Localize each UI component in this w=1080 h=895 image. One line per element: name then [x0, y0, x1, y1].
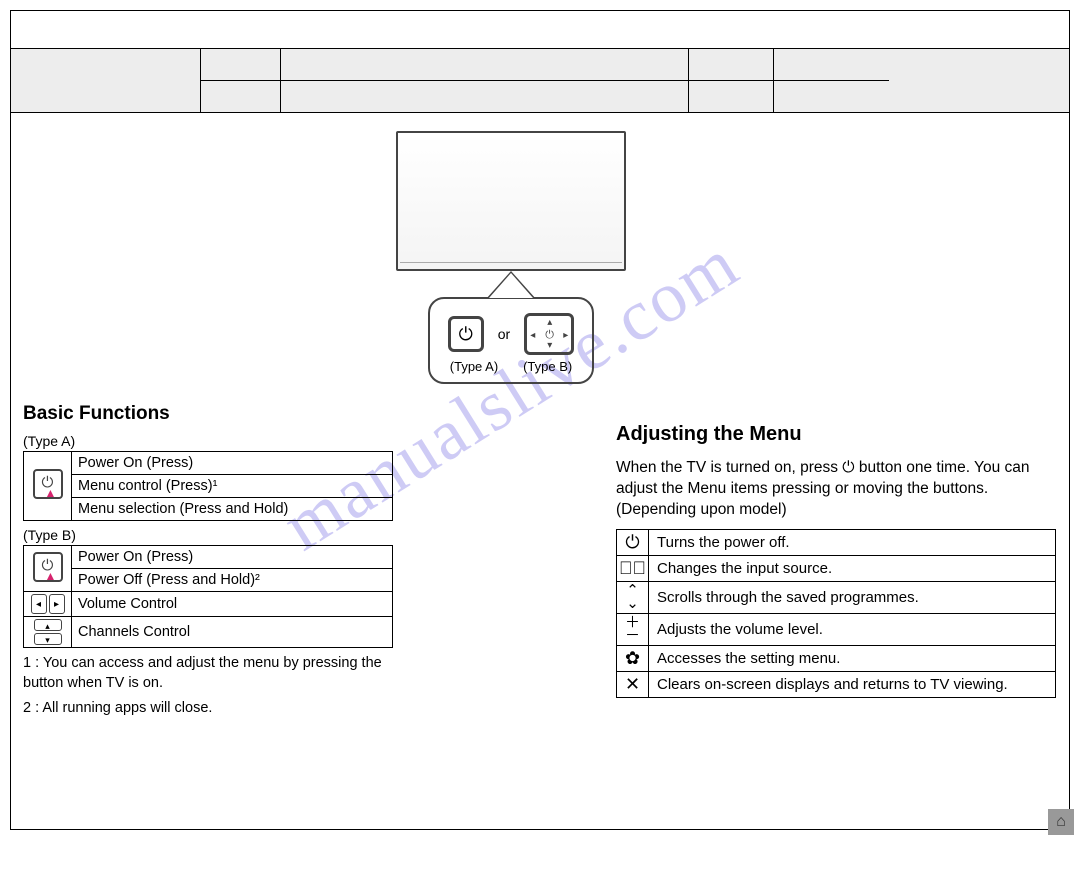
plus-minus-icon: ＋－: [617, 613, 649, 645]
table-row: Channels Control: [72, 617, 393, 648]
power-button-icon: ▲: [24, 546, 72, 592]
volume-arrows-icon: ◂▸: [24, 592, 72, 617]
header-cell: [201, 49, 281, 80]
up-down-icon: ⌃⌄: [617, 581, 649, 613]
menu-functions-table: ⏻ Turns the power off. ☰⃕ Changes the in…: [616, 529, 1056, 698]
adjusting-menu-heading: Adjusting the Menu: [616, 423, 1056, 446]
table-row: Menu control (Press)¹: [72, 475, 393, 498]
header-cell: [889, 49, 1069, 112]
table-row: Turns the power off.: [649, 529, 1056, 555]
header-cell: [281, 81, 689, 112]
header-blank: [11, 11, 1069, 49]
table-row: Changes the input source.: [649, 555, 1056, 581]
type-b-label: (Type B): [523, 359, 572, 374]
table-row: Scrolls through the saved programmes.: [649, 581, 1056, 613]
header-cell: [774, 49, 889, 80]
tv-screen-icon: [396, 131, 626, 271]
header-cell: [774, 81, 889, 112]
table-row: Menu selection (Press and Hold): [72, 498, 393, 521]
power-button-icon: ▲: [24, 452, 72, 521]
channel-arrows-icon: ▴▾: [24, 617, 72, 648]
power-icon: ⏻: [617, 529, 649, 555]
or-label: or: [498, 326, 510, 342]
table-row: Accesses the setting menu.: [649, 645, 1056, 671]
type-b-heading: (Type B): [23, 527, 393, 543]
basic-functions-section: Basic Functions (Type A) ▲ Power On (Pre…: [23, 403, 393, 719]
footnote-2: 2 : All running apps will close.: [23, 699, 393, 719]
header-cell: [11, 49, 201, 112]
table-row: Power Off (Press and Hold)²: [72, 569, 393, 592]
gear-icon: ✿: [617, 645, 649, 671]
table-row: Volume Control: [72, 592, 393, 617]
dpad-type-b-icon: ▴▾◂▸⏻: [524, 313, 574, 355]
content-area: manualslive.com ⏻ or ▴▾◂▸⏻ (Type A) (Typ…: [11, 113, 1069, 828]
footnote-1: 1 : You can access and adjust the menu b…: [23, 654, 393, 693]
close-icon: ✕: [617, 671, 649, 697]
table-row: Power On (Press): [72, 546, 393, 569]
page-frame: manualslive.com ⏻ or ▴▾◂▸⏻ (Type A) (Typ…: [10, 10, 1070, 830]
power-button-type-a-icon: ⏻: [448, 316, 484, 352]
type-a-heading: (Type A): [23, 433, 393, 449]
type-a-label: (Type A): [450, 359, 498, 374]
table-row: Clears on-screen displays and returns to…: [649, 671, 1056, 697]
table-row: Adjusts the volume level.: [649, 613, 1056, 645]
input-source-icon: ☰⃕: [617, 555, 649, 581]
header-grid: [11, 49, 1069, 113]
header-cell: [201, 81, 281, 112]
callout-arrow-icon: [486, 271, 536, 299]
header-cell: [689, 49, 774, 80]
header-cell: [281, 49, 689, 80]
type-a-table: ▲ Power On (Press) Menu control (Press)¹…: [23, 451, 393, 521]
basic-functions-heading: Basic Functions: [23, 403, 393, 425]
home-button[interactable]: ⌂: [1048, 809, 1074, 835]
tv-diagram: ⏻ or ▴▾◂▸⏻ (Type A) (Type B): [371, 131, 651, 384]
adjusting-menu-section: Adjusting the Menu When the TV is turned…: [616, 423, 1056, 698]
type-b-table: ▲ Power On (Press) Power Off (Press and …: [23, 545, 393, 648]
table-row: Power On (Press): [72, 452, 393, 475]
header-cell: [689, 81, 774, 112]
adjusting-menu-paragraph: When the TV is turned on, press ⏻ button…: [616, 458, 1056, 521]
button-types-box: ⏻ or ▴▾◂▸⏻ (Type A) (Type B): [428, 297, 594, 384]
